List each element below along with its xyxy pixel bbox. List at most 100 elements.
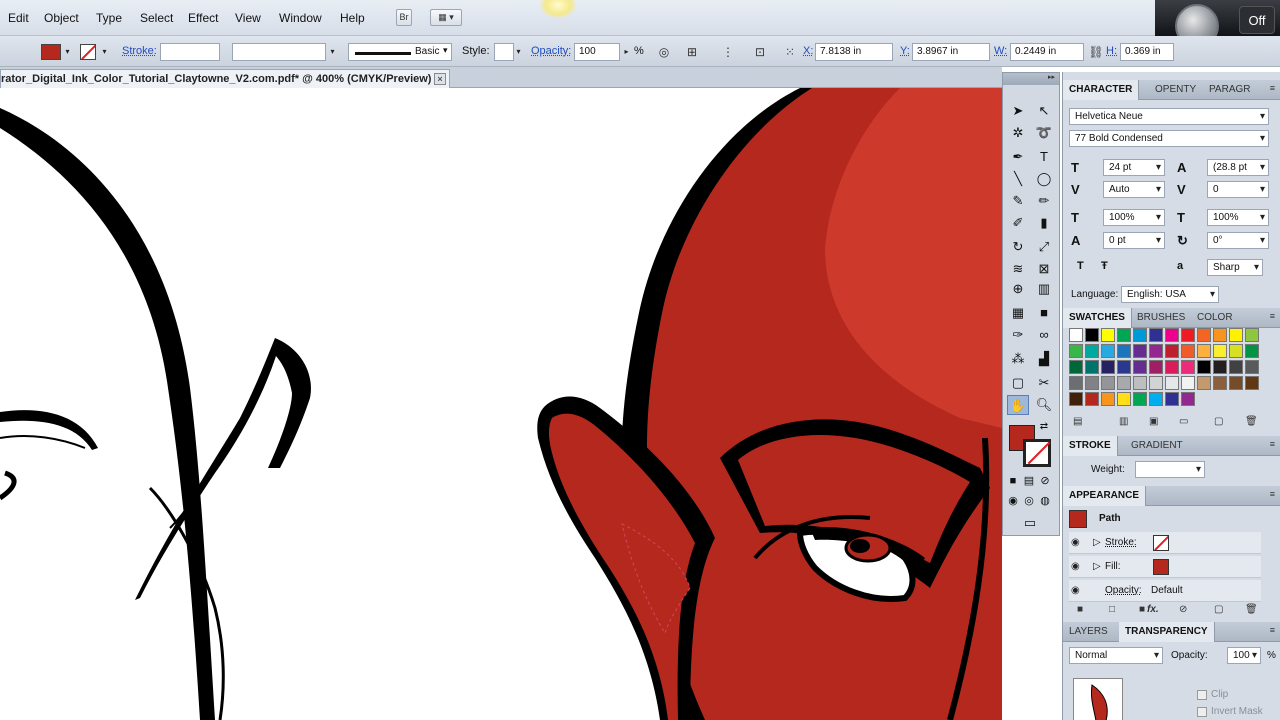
shape-builder-icon[interactable]: ⊕ — [1007, 279, 1029, 299]
swatch[interactable] — [1165, 392, 1179, 406]
swatch[interactable] — [1069, 392, 1083, 406]
swatch[interactable] — [1197, 344, 1211, 358]
tab-swatches[interactable]: SWATCHES — [1063, 308, 1132, 328]
swatch[interactable] — [1181, 328, 1195, 342]
none-mode-icon[interactable]: ⊘ — [1037, 471, 1053, 491]
delete-item-icon[interactable]: 🗑︎ — [1245, 604, 1258, 615]
swatch[interactable] — [1165, 328, 1179, 342]
transparency-opacity-field[interactable]: 100 — [1227, 647, 1261, 664]
eyedropper-icon[interactable]: ✑ — [1007, 325, 1029, 345]
x-label[interactable]: X: — [803, 45, 813, 57]
opacity-arrow[interactable]: ▸ — [621, 43, 632, 61]
tab-gradient[interactable]: GRADIENT — [1125, 436, 1189, 456]
swatch-libraries-icon[interactable]: ▤ — [1073, 416, 1082, 427]
appearance-stroke-swatch[interactable] — [1153, 535, 1169, 551]
bridge-button[interactable]: Br — [396, 9, 412, 26]
pen-icon[interactable]: ✒ — [1007, 147, 1029, 167]
swatch[interactable] — [1069, 328, 1083, 342]
menu-help[interactable]: Help — [340, 11, 365, 25]
swatch[interactable] — [1149, 360, 1163, 374]
variable-width-arrow[interactable]: ▾ — [327, 43, 338, 61]
draw-behind-icon[interactable]: ◎ — [1021, 491, 1037, 511]
swatch[interactable] — [1245, 360, 1259, 374]
swatch[interactable] — [1229, 376, 1243, 390]
swatch[interactable] — [1069, 376, 1083, 390]
symbol-sprayer-icon[interactable]: ⁂ — [1007, 349, 1029, 369]
stroke-color-swatch[interactable] — [80, 44, 96, 60]
swatch[interactable] — [1069, 360, 1083, 374]
leading-field[interactable]: (28.8 pt — [1207, 159, 1269, 176]
clip-checkbox[interactable] — [1197, 690, 1207, 700]
swatch[interactable] — [1133, 360, 1147, 374]
swatch[interactable] — [1229, 344, 1243, 358]
swatch-options-icon[interactable]: ▣ — [1149, 416, 1158, 427]
tab-color[interactable]: COLOR — [1191, 308, 1239, 328]
graphic-style-swatch[interactable] — [494, 43, 514, 61]
swatch[interactable] — [1101, 344, 1115, 358]
antialias-dropdown[interactable]: Sharp — [1207, 259, 1263, 276]
appearance-stroke-row[interactable]: ◉ ▷ Stroke: — [1069, 532, 1261, 554]
recolor-artwork-icon[interactable]: ◎ — [656, 44, 672, 60]
swatch[interactable] — [1101, 328, 1115, 342]
stroke-weight-field[interactable] — [160, 43, 220, 61]
rotate-icon[interactable]: ↻ — [1007, 237, 1029, 257]
fill-dropdown-arrow[interactable]: ▾ — [62, 43, 73, 61]
swatch[interactable] — [1133, 376, 1147, 390]
pencil-icon[interactable]: ✏ — [1033, 191, 1055, 211]
duplicate-item-icon[interactable]: ▢ — [1214, 604, 1223, 615]
swatch[interactable] — [1101, 376, 1115, 390]
tab-brushes[interactable]: BRUSHES — [1131, 308, 1191, 328]
reference-point-icon[interactable]: ⁙ — [782, 44, 798, 60]
layers-menu-icon[interactable]: ≡ — [1270, 625, 1275, 635]
swatch[interactable] — [1117, 392, 1131, 406]
swatch[interactable] — [1101, 360, 1115, 374]
font-family-dropdown[interactable]: Helvetica Neue — [1069, 108, 1269, 125]
swatches-menu-icon[interactable]: ≡ — [1270, 311, 1275, 321]
swatch[interactable] — [1133, 328, 1147, 342]
clear-appearance-icon[interactable]: ⊘ — [1179, 604, 1187, 615]
font-size-field[interactable]: 24 pt — [1103, 159, 1165, 176]
h-field[interactable]: 0.369 in — [1120, 43, 1174, 61]
strikethrough-icon[interactable]: Ŧ — [1101, 260, 1108, 272]
weight-dropdown[interactable] — [1135, 461, 1205, 478]
swatch[interactable] — [1085, 376, 1099, 390]
add-fill-icon[interactable]: ■ — [1139, 604, 1145, 615]
visibility-eye-icon[interactable]: ◉ — [1071, 585, 1080, 596]
underline-icon[interactable]: T — [1077, 260, 1084, 272]
swatch[interactable] — [1245, 328, 1259, 342]
tools-stroke-swatch[interactable] — [1023, 439, 1051, 467]
menu-edit[interactable]: Edit — [8, 11, 29, 25]
stroke-label[interactable]: Stroke: — [122, 45, 157, 57]
transform-icon[interactable]: ⊡ — [752, 44, 768, 60]
gradient-mode-icon[interactable]: ▤ — [1021, 471, 1037, 491]
opacity-label[interactable]: Opacity: — [531, 45, 571, 57]
swatch[interactable] — [1181, 344, 1195, 358]
swatch[interactable] — [1149, 328, 1163, 342]
tab-stroke[interactable]: STROKE — [1063, 436, 1118, 456]
close-icon[interactable]: × — [434, 73, 446, 85]
mic-off-button[interactable]: Off — [1239, 6, 1275, 34]
invert-mask-checkbox[interactable] — [1197, 707, 1207, 717]
menu-type[interactable]: Type — [96, 11, 122, 25]
swatch[interactable] — [1213, 344, 1227, 358]
language-dropdown[interactable]: English: USA — [1121, 286, 1219, 303]
swatch[interactable] — [1229, 360, 1243, 374]
appearance-fill-swatch[interactable] — [1153, 559, 1169, 575]
tab-appearance[interactable]: APPEARANCE — [1063, 486, 1147, 506]
appearance-fill-row[interactable]: ◉ ▷ Fill: — [1069, 556, 1261, 578]
swatch[interactable] — [1181, 360, 1195, 374]
visibility-eye-icon[interactable]: ◉ — [1071, 561, 1080, 572]
expand-triangle-icon[interactable]: ▷ — [1093, 537, 1101, 548]
scale-icon[interactable]: ⤢ — [1033, 237, 1055, 257]
appearance-opacity-row[interactable]: ◉ Opacity: Default — [1069, 580, 1261, 602]
variable-width-field[interactable] — [232, 43, 326, 61]
eraser-icon[interactable]: ▮ — [1033, 213, 1055, 233]
show-kinds-icon[interactable]: ▥ — [1119, 416, 1128, 427]
zoom-icon[interactable]: 🔍︎ — [1033, 395, 1055, 415]
swatch[interactable] — [1165, 376, 1179, 390]
appearance-menu-icon[interactable]: ≡ — [1270, 489, 1275, 499]
character-rotation-field[interactable]: 0° — [1207, 232, 1269, 249]
tab-character[interactable]: CHARACTER — [1063, 80, 1140, 100]
stroke-menu-icon[interactable]: ≡ — [1270, 439, 1275, 449]
swatch[interactable] — [1101, 392, 1115, 406]
